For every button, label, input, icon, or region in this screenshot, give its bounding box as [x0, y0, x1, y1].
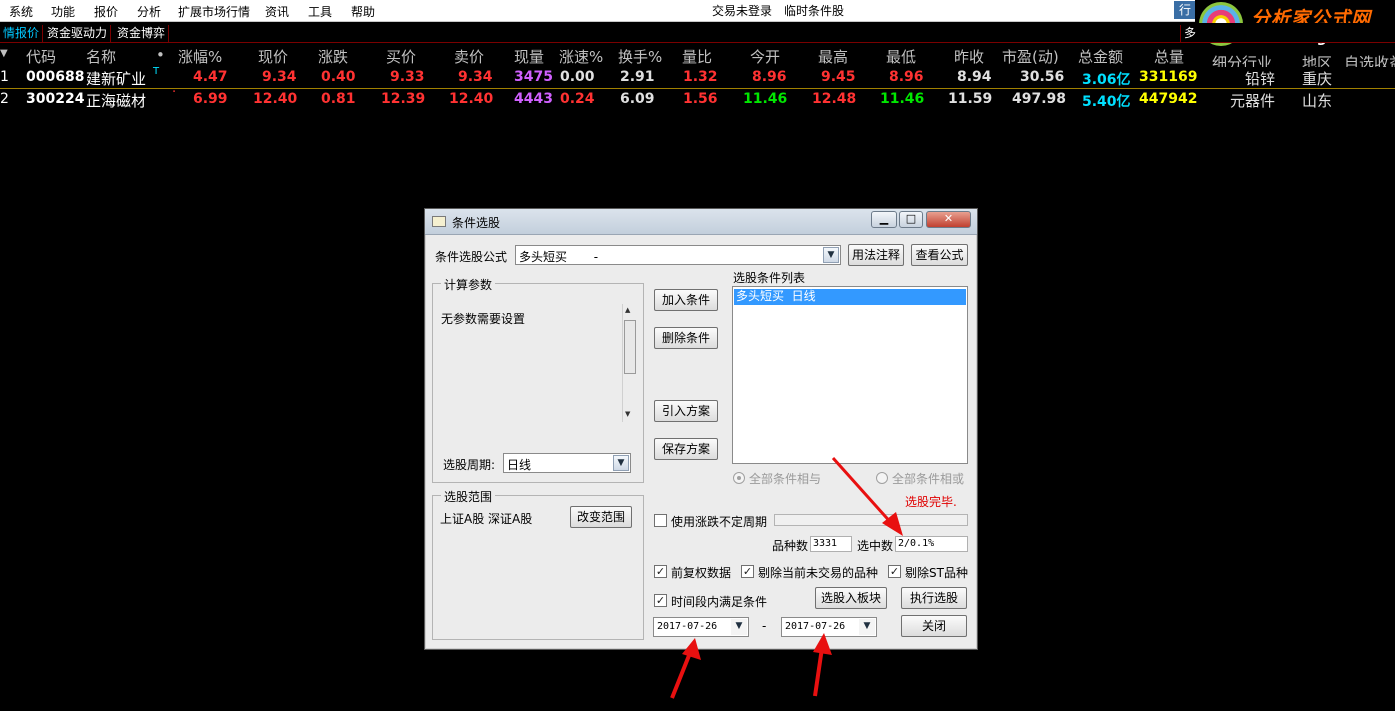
arrow-to-date-from-icon	[670, 638, 701, 699]
arrow-to-date-to-icon	[813, 633, 832, 697]
arrow-to-selected-count-icon	[831, 456, 903, 536]
annotation-arrows	[670, 456, 903, 699]
